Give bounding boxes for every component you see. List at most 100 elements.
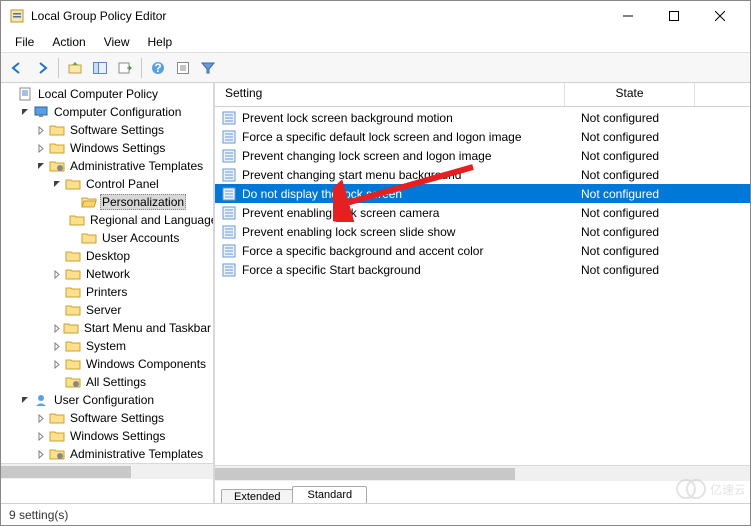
setting-state: Not configured xyxy=(571,263,701,277)
tree-horizontal-scrollbar[interactable] xyxy=(1,463,213,479)
column-state[interactable]: State xyxy=(565,83,695,106)
tree-item-label: User Configuration xyxy=(52,393,156,407)
tree-item-label: User Accounts xyxy=(100,231,181,245)
content-area: Local Computer Policy Computer Configurat… xyxy=(1,83,750,503)
tree-personalization[interactable]: Personalization xyxy=(1,193,213,211)
tree-regional-language[interactable]: Regional and Language xyxy=(1,211,213,229)
setting-row[interactable]: Prevent enabling lock screen cameraNot c… xyxy=(215,203,750,222)
expand-icon[interactable] xyxy=(37,126,49,135)
expand-icon[interactable] xyxy=(37,144,49,153)
folder-icon xyxy=(65,176,81,192)
collapse-icon[interactable] xyxy=(37,162,49,171)
expand-icon[interactable] xyxy=(37,450,49,459)
help-button[interactable]: ? xyxy=(146,56,170,80)
folder-icon xyxy=(81,230,97,246)
setting-row[interactable]: Force a specific background and accent c… xyxy=(215,241,750,260)
collapse-icon[interactable] xyxy=(21,108,33,117)
properties-button[interactable] xyxy=(171,56,195,80)
tree-user-accounts[interactable]: User Accounts xyxy=(1,229,213,247)
show-hide-tree-button[interactable] xyxy=(88,56,112,80)
folder-icon xyxy=(49,140,65,156)
collapse-icon[interactable] xyxy=(21,396,33,405)
setting-row[interactable]: Prevent enabling lock screen slide showN… xyxy=(215,222,750,241)
tree-network[interactable]: Network xyxy=(1,265,213,283)
setting-row[interactable]: Force a specific default lock screen and… xyxy=(215,127,750,146)
expand-icon[interactable] xyxy=(37,414,49,423)
tree-computer-configuration[interactable]: Computer Configuration xyxy=(1,103,213,121)
tab-extended[interactable]: Extended xyxy=(221,489,293,503)
expand-icon[interactable] xyxy=(53,324,63,333)
folder-icon xyxy=(65,338,81,354)
tree-user-software-settings[interactable]: Software Settings xyxy=(1,409,213,427)
expand-icon[interactable] xyxy=(53,270,65,279)
tree-pane: Local Computer Policy Computer Configurat… xyxy=(1,83,215,503)
tree-server[interactable]: Server xyxy=(1,301,213,319)
setting-row[interactable]: Prevent changing lock screen and logon i… xyxy=(215,146,750,165)
folder-icon xyxy=(65,266,81,282)
setting-icon xyxy=(221,224,237,240)
setting-state: Not configured xyxy=(571,111,701,125)
setting-row[interactable]: Force a specific Start backgroundNot con… xyxy=(215,260,750,279)
tree-item-label: Local Computer Policy xyxy=(36,87,160,101)
folder-icon xyxy=(33,104,49,120)
svg-text:?: ? xyxy=(154,61,161,75)
window-title: Local Group Policy Editor xyxy=(31,9,606,23)
menu-view[interactable]: View xyxy=(96,33,138,51)
tree-item-label: Software Settings xyxy=(68,411,166,425)
tree-item-label: Printers xyxy=(84,285,129,299)
setting-icon xyxy=(221,129,237,145)
tree-administrative-templates[interactable]: Administrative Templates xyxy=(1,157,213,175)
export-list-button[interactable] xyxy=(113,56,137,80)
maximize-button[interactable] xyxy=(652,2,696,30)
tree-item-label: Control Panel xyxy=(84,177,161,191)
setting-icon xyxy=(221,148,237,164)
tree-user-windows-settings[interactable]: Windows Settings xyxy=(1,427,213,445)
tree-user-administrative-templates[interactable]: Administrative Templates xyxy=(1,445,213,463)
forward-button[interactable] xyxy=(30,56,54,80)
menu-action[interactable]: Action xyxy=(44,33,93,51)
tree-start-menu-taskbar[interactable]: Start Menu and Taskbar xyxy=(1,319,213,337)
tree-desktop[interactable]: Desktop xyxy=(1,247,213,265)
list-horizontal-scrollbar[interactable] xyxy=(215,465,750,481)
folder-icon xyxy=(49,158,65,174)
expand-icon[interactable] xyxy=(53,360,65,369)
menu-help[interactable]: Help xyxy=(140,33,181,51)
tree-windows-components[interactable]: Windows Components xyxy=(1,355,213,373)
tree-item-label: Personalization xyxy=(100,194,186,210)
tree-control-panel[interactable]: Control Panel xyxy=(1,175,213,193)
menu-file[interactable]: File xyxy=(7,33,42,51)
column-setting[interactable]: Setting xyxy=(215,83,565,106)
filter-button[interactable] xyxy=(196,56,220,80)
tree-item-label: Start Menu and Taskbar xyxy=(82,321,213,335)
tree-software-settings[interactable]: Software Settings xyxy=(1,121,213,139)
tree-user-configuration[interactable]: User Configuration xyxy=(1,391,213,409)
setting-state: Not configured xyxy=(571,130,701,144)
tree-item-label: Computer Configuration xyxy=(52,105,183,119)
tree-windows-settings[interactable]: Windows Settings xyxy=(1,139,213,157)
tree-item-label: Server xyxy=(84,303,123,317)
up-button[interactable] xyxy=(63,56,87,80)
minimize-button[interactable] xyxy=(606,2,650,30)
setting-state: Not configured xyxy=(571,225,701,239)
collapse-icon[interactable] xyxy=(53,180,65,189)
setting-state: Not configured xyxy=(571,168,701,182)
expand-icon[interactable] xyxy=(37,432,49,441)
folder-icon xyxy=(65,248,81,264)
toolbar-separator xyxy=(141,58,142,78)
setting-name: Do not display the lock screen xyxy=(242,187,571,201)
setting-row[interactable]: Prevent lock screen background motionNot… xyxy=(215,108,750,127)
status-text: 9 setting(s) xyxy=(9,508,68,522)
tab-standard[interactable]: Standard xyxy=(292,486,367,503)
tree-item-label: Network xyxy=(84,267,132,281)
tree-all-settings[interactable]: All Settings xyxy=(1,373,213,391)
setting-row[interactable]: Prevent changing start menu backgroundNo… xyxy=(215,165,750,184)
setting-icon xyxy=(221,262,237,278)
tree-printers[interactable]: Printers xyxy=(1,283,213,301)
back-button[interactable] xyxy=(5,56,29,80)
expand-icon[interactable] xyxy=(53,342,65,351)
tree-root[interactable]: Local Computer Policy xyxy=(1,85,213,103)
close-button[interactable] xyxy=(698,2,742,30)
setting-row[interactable]: Do not display the lock screenNot config… xyxy=(215,184,750,203)
tree-system[interactable]: System xyxy=(1,337,213,355)
folder-icon xyxy=(65,356,81,372)
